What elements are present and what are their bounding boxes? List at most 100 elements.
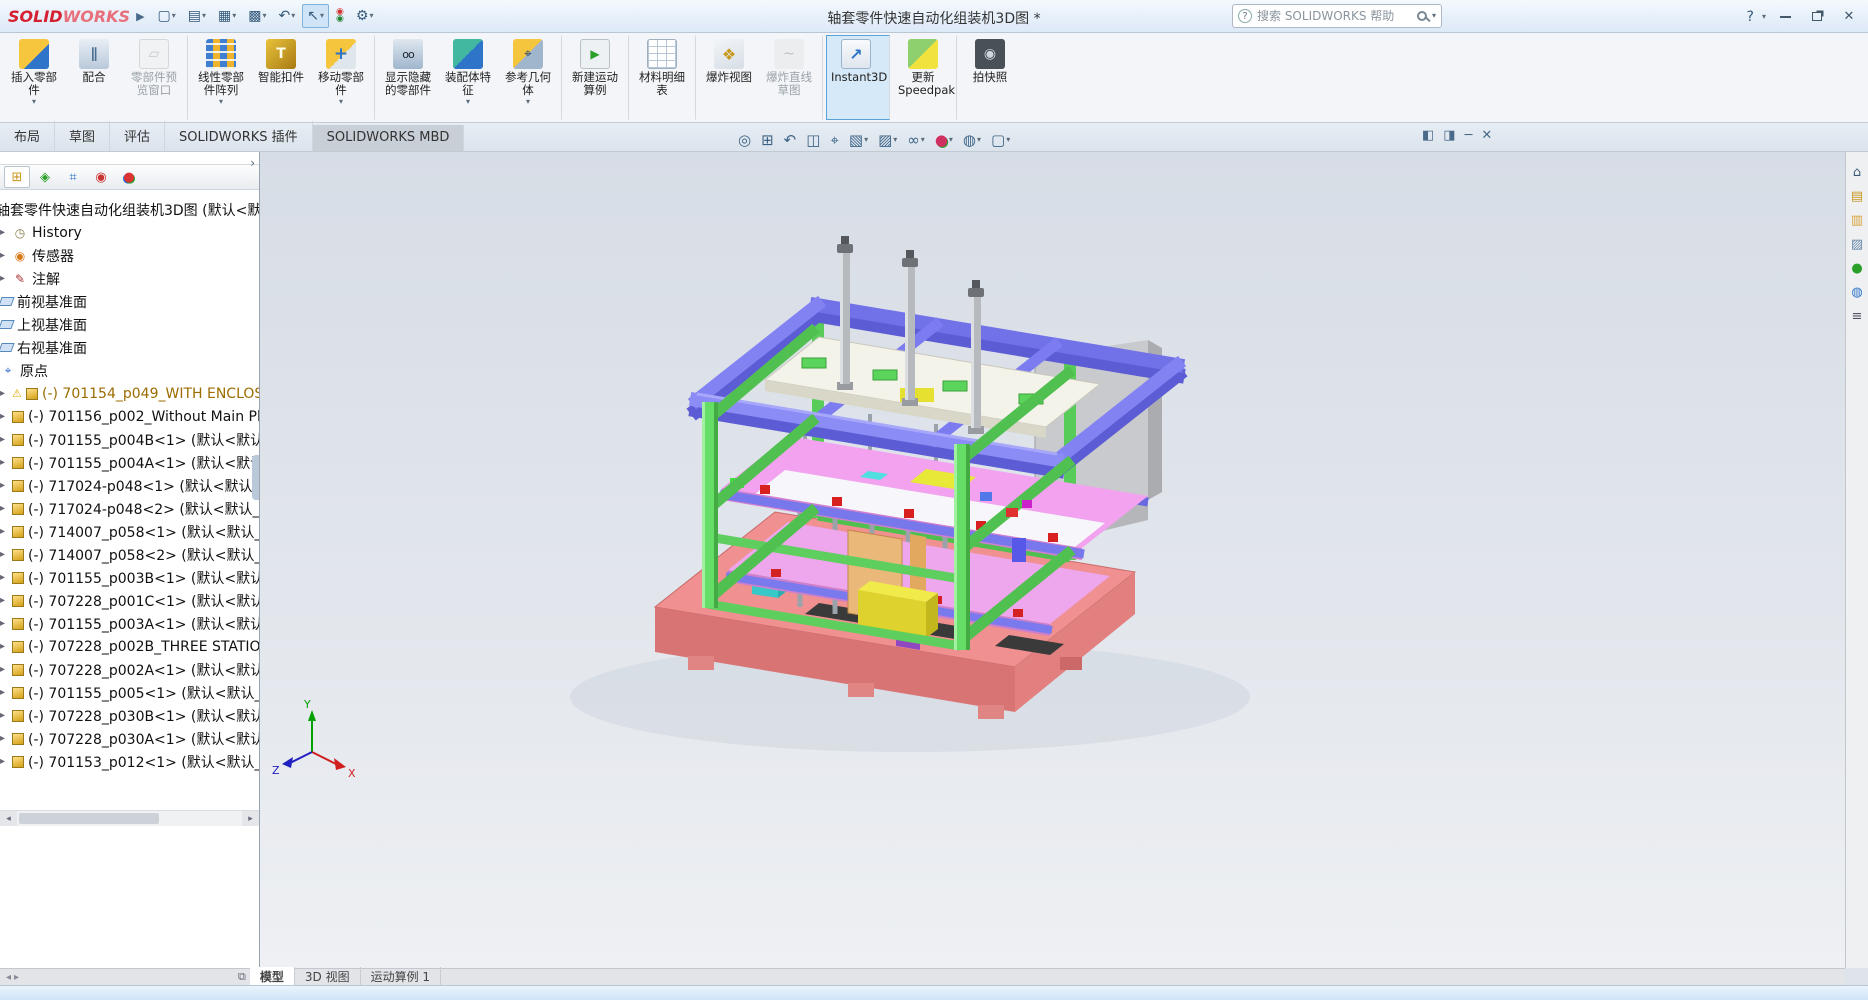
tree-row[interactable]: (-) 707228_p030B<1> (默认<默认_显示状态 bbox=[0, 704, 259, 727]
tree-row[interactable]: (-) 701155_p004B<1> (默认<默认_显示状态 bbox=[0, 428, 259, 451]
dropdown-caret-icon[interactable] bbox=[172, 12, 176, 20]
dropdown-caret-icon[interactable] bbox=[466, 98, 470, 106]
tree-row[interactable]: (-) 701155_p004A<1> (默认<默认_显示状态 bbox=[0, 451, 259, 474]
ribbon-button[interactable]: 配合 bbox=[64, 35, 124, 120]
expand-arrow-icon[interactable] bbox=[0, 227, 12, 238]
scroll-right-arrow-icon[interactable]: ▸ bbox=[242, 811, 259, 826]
expand-arrow-icon[interactable] bbox=[0, 411, 12, 422]
configurationmanager-tab[interactable]: ⌗ bbox=[60, 166, 86, 188]
dynamic-annotation-icon[interactable]: ⌖ bbox=[827, 131, 841, 150]
menu-expand-arrow-icon[interactable]: ▶ bbox=[134, 10, 152, 23]
expand-arrow-icon[interactable] bbox=[0, 572, 12, 583]
tab-scroll-left-icon[interactable]: ◂ bbox=[6, 972, 11, 983]
close-document-icon[interactable]: ✕ bbox=[1481, 128, 1492, 143]
file-explorer-icon[interactable]: ▥ bbox=[1851, 214, 1863, 227]
tree-row[interactable]: (-) 701155_p003A<1> (默认<默认_显示状态 bbox=[0, 612, 259, 635]
custom-properties-icon[interactable]: ≡ bbox=[1852, 310, 1863, 323]
dropdown-caret-icon[interactable] bbox=[949, 136, 953, 144]
view-palette-icon[interactable]: ▨ bbox=[1851, 238, 1863, 251]
expand-arrow-icon[interactable] bbox=[0, 549, 12, 560]
command-tab[interactable]: SOLIDWORKS MBD bbox=[312, 125, 465, 151]
dropdown-caret-icon[interactable] bbox=[369, 12, 373, 20]
tree-row[interactable]: (-) 701156_p002_Without Main Plate<1> bbox=[0, 405, 259, 428]
tree-row[interactable]: (-) 701153_p012<1> (默认<默认_显示状态 bbox=[0, 750, 259, 773]
display-style-icon[interactable]: ▨ bbox=[875, 131, 900, 150]
panel-flyout-arrow[interactable]: › bbox=[250, 156, 255, 170]
dropdown-caret-icon[interactable] bbox=[893, 136, 897, 144]
dropdown-caret-icon[interactable] bbox=[1006, 136, 1010, 144]
tree-row[interactable]: (-) 707228_p002B_THREE STATION PREF bbox=[0, 635, 259, 658]
select-icon[interactable]: ↖ bbox=[302, 4, 330, 28]
bottom-tab[interactable]: 运动算例 1 bbox=[361, 967, 442, 987]
dropdown-caret-icon[interactable] bbox=[202, 12, 206, 20]
command-tab[interactable]: SOLIDWORKS 插件 bbox=[165, 121, 313, 151]
expand-arrow-icon[interactable] bbox=[0, 526, 12, 537]
graphics-viewport[interactable]: Y X Z bbox=[260, 152, 1845, 968]
dropdown-caret-icon[interactable] bbox=[219, 98, 223, 106]
scenes-icon[interactable]: ◍ bbox=[1851, 286, 1862, 299]
ribbon-button[interactable]: 装配体特征 bbox=[438, 35, 498, 120]
expand-arrow-icon[interactable] bbox=[0, 273, 12, 284]
tree-row[interactable]: History bbox=[0, 221, 259, 244]
tree-row[interactable]: 前视基准面 bbox=[0, 290, 259, 313]
print-icon[interactable]: ▩ bbox=[243, 4, 271, 28]
expand-arrow-icon[interactable] bbox=[0, 710, 12, 721]
ribbon-button[interactable]: 零部件预览窗口 bbox=[124, 35, 188, 120]
ribbon-button[interactable]: 爆炸直线草图 bbox=[759, 35, 823, 120]
new-document-icon[interactable]: ▢ bbox=[153, 4, 181, 28]
expand-arrow-icon[interactable] bbox=[0, 733, 12, 744]
expand-arrow-icon[interactable] bbox=[0, 503, 12, 514]
help-button[interactable]: ? bbox=[1745, 9, 1756, 25]
appearances-icon[interactable]: ● bbox=[1851, 262, 1862, 275]
previous-view-icon[interactable]: ↶ bbox=[781, 131, 800, 150]
open-icon[interactable]: ▤ bbox=[183, 4, 211, 28]
expand-arrow-icon[interactable] bbox=[0, 687, 12, 698]
displaymanager-tab[interactable]: ● bbox=[116, 166, 142, 188]
design-library-icon[interactable]: ▤ bbox=[1851, 190, 1863, 203]
command-tab[interactable]: 评估 bbox=[110, 121, 166, 151]
section-view-icon[interactable]: ◫ bbox=[803, 131, 823, 150]
command-tab[interactable]: 草图 bbox=[55, 121, 111, 151]
expand-arrow-icon[interactable] bbox=[0, 618, 12, 629]
expand-arrow-icon[interactable] bbox=[0, 457, 12, 468]
edit-appearance-icon[interactable]: ● bbox=[932, 131, 956, 150]
options-icon[interactable]: ⚙ bbox=[351, 4, 379, 28]
expand-arrow-icon[interactable] bbox=[0, 595, 12, 606]
propertymanager-tab[interactable]: ◈ bbox=[32, 166, 58, 188]
expand-arrow-icon[interactable] bbox=[0, 388, 12, 399]
bottom-tab[interactable]: 模型 bbox=[249, 967, 295, 987]
save-icon[interactable]: ▦ bbox=[213, 4, 241, 28]
tree-row[interactable]: 注解 bbox=[0, 267, 259, 290]
tree-row[interactable]: (-) 707228_p030A<1> (默认<默认_显示状态 bbox=[0, 727, 259, 750]
ribbon-button[interactable]: 爆炸视图 bbox=[699, 35, 759, 120]
search-dropdown-caret-icon[interactable] bbox=[1432, 12, 1436, 20]
tree-row[interactable]: (-) 707228_p001C<1> (默认<默认_显示状态 bbox=[0, 589, 259, 612]
minimize-document-icon[interactable]: ─ bbox=[1465, 128, 1473, 143]
search-icon[interactable] bbox=[1416, 11, 1427, 21]
close-button[interactable]: ✕ bbox=[1836, 6, 1862, 28]
tree-row[interactable]: 轴套零件快速自动化组装机3D图 (默认<默认_显示状态-1>) bbox=[0, 198, 259, 221]
expand-arrow-icon[interactable] bbox=[0, 756, 12, 767]
zoom-fit-icon[interactable]: ◎ bbox=[735, 131, 754, 150]
dropdown-caret-icon[interactable] bbox=[339, 98, 343, 106]
tree-row[interactable]: 原点 bbox=[0, 359, 259, 382]
dropdown-caret-icon[interactable] bbox=[263, 12, 267, 20]
panel-splitter-handle[interactable] bbox=[252, 455, 259, 500]
expand-arrow-icon[interactable] bbox=[0, 641, 12, 652]
apply-scene-icon[interactable]: ◍ bbox=[960, 131, 984, 150]
dimxpertmanager-tab[interactable]: ◉ bbox=[88, 166, 114, 188]
tree-row[interactable]: (-) 717024-p048<1> (默认<默认_显示状态 bbox=[0, 474, 259, 497]
expand-arrow-icon[interactable] bbox=[0, 480, 12, 491]
tree-row[interactable]: (-) 714007_p058<2> (默认<默认_显示状态 bbox=[0, 543, 259, 566]
scrollbar-track[interactable] bbox=[17, 811, 242, 826]
tree-row[interactable]: 右视基准面 bbox=[0, 336, 259, 359]
tree-row[interactable]: (-) 701155_p003B<1> (默认<默认_显示状态 bbox=[0, 566, 259, 589]
dropdown-caret-icon[interactable] bbox=[526, 98, 530, 106]
dropdown-caret-icon[interactable] bbox=[320, 12, 324, 20]
zoom-area-icon[interactable]: ⊞ bbox=[758, 131, 777, 150]
minimize-button[interactable] bbox=[1772, 6, 1798, 28]
tab-scroll-area[interactable]: ◂ ▸ bbox=[0, 972, 238, 983]
view-orientation-icon[interactable]: ▧ bbox=[846, 131, 871, 150]
expand-arrow-icon[interactable] bbox=[0, 664, 12, 675]
ribbon-button[interactable]: Instant3D bbox=[826, 35, 890, 120]
